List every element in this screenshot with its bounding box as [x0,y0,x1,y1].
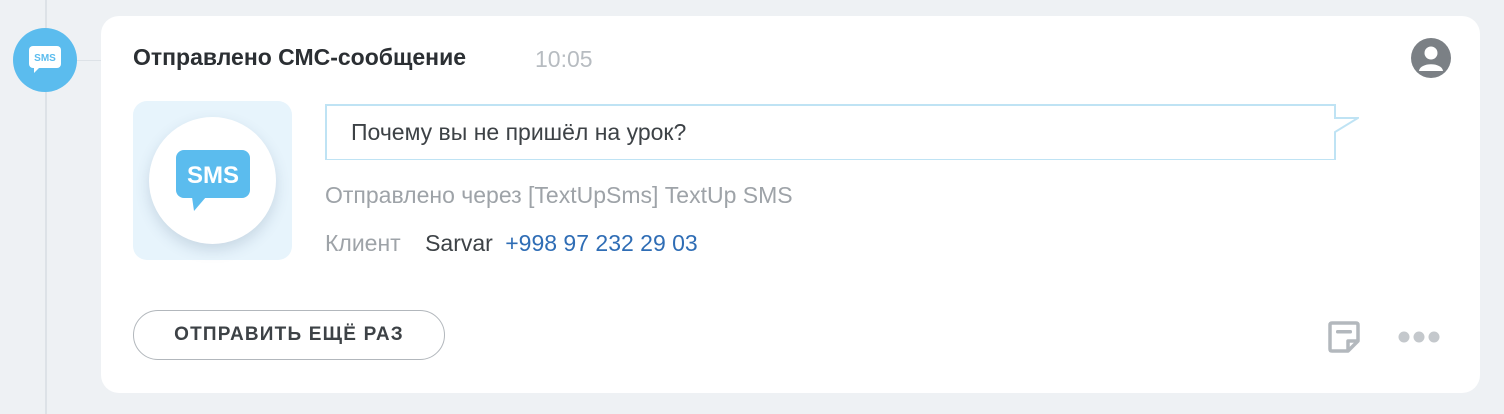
sms-channel-circle: SMS [149,117,276,244]
more-dots-icon[interactable] [1396,326,1442,348]
note-icon[interactable] [1327,320,1361,354]
message-bubble: Почему вы не пришёл на урок? [325,104,1359,160]
message-text: Почему вы не пришёл на урок? [351,119,687,145]
sms-bubble-icon: SMS [29,46,61,73]
sms-icon-text: SMS [186,162,238,189]
client-phone-link[interactable]: +998 97 232 29 03 [505,230,698,256]
client-row: Клиент Sarvar +998 97 232 29 03 [325,230,698,257]
sms-channel-tile: SMS [133,101,292,260]
timeline-sms-icon: SMS [13,28,77,92]
client-name: Sarvar [425,230,493,256]
timeline-badge-text: SMS [34,53,56,64]
event-title: Отправлено СМС-сообщение [133,44,467,70]
client-label: Клиент [325,230,401,256]
sms-icon: SMS [175,149,250,211]
sent-via-text: Отправлено через [TextUpSms] TextUp SMS [325,182,793,208]
event-card: Отправлено СМС-сообщение 10:05 SMS Почем… [101,16,1480,393]
resend-button[interactable]: ОТПРАВИТЬ ЕЩЁ РАЗ [133,310,445,360]
event-time: 10:05 [535,46,593,72]
timeline-connector [76,60,102,61]
user-avatar-icon[interactable] [1411,38,1451,78]
